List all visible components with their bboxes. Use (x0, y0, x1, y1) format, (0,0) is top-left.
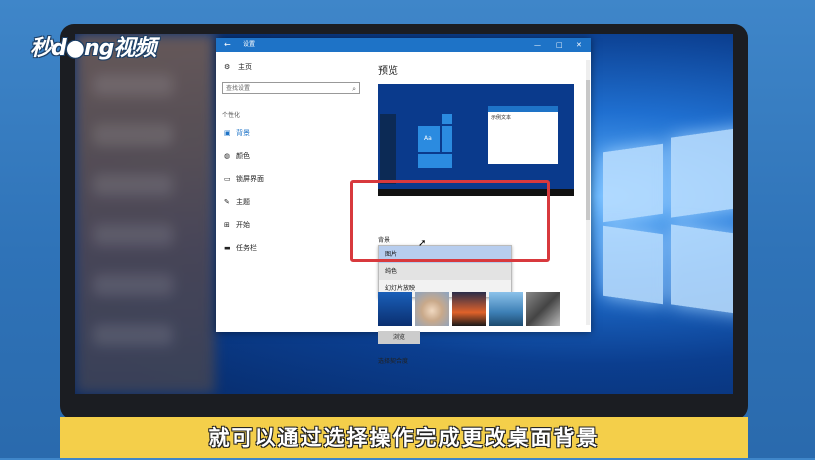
sidebar-item-label: 任务栏 (236, 244, 257, 252)
sidebar-item-themes[interactable]: ✎ 主题 (224, 197, 250, 207)
nav-home-label: 主页 (238, 63, 252, 71)
window-title: 设置 (243, 41, 256, 48)
maximize-button[interactable]: □ (556, 38, 563, 52)
mouse-cursor-icon: ➚ (418, 238, 427, 249)
picture-thumb[interactable] (378, 292, 412, 326)
preview-sample-window: 示例文本 (488, 106, 558, 164)
annotation-highlight-box (350, 180, 550, 262)
sidebar-item-label: 颜色 (236, 152, 250, 160)
close-button[interactable]: ✕ (576, 38, 582, 52)
scrollbar[interactable] (586, 60, 590, 325)
blurred-background-window (75, 34, 215, 394)
sidebar-item-label: 开始 (236, 221, 250, 229)
start-icon: ⊞ (224, 221, 230, 229)
sidebar-item-colors[interactable]: ◍ 颜色 (224, 151, 250, 161)
search-input[interactable]: 查找设置 ⌕ (222, 82, 360, 94)
section-heading: 个性化 (222, 112, 241, 119)
preview-tile-text: Aa (424, 135, 432, 142)
picture-thumb[interactable] (415, 292, 449, 326)
picture-thumb[interactable] (452, 292, 486, 326)
windows-logo-wallpaper (603, 118, 733, 338)
sidebar-item-lock-screen[interactable]: ▭ 锁屏界面 (224, 174, 264, 184)
sidebar-item-taskbar[interactable]: ▬ 任务栏 (224, 243, 257, 253)
sidebar-item-background[interactable]: ▣ 背景 (224, 128, 250, 138)
sidebar-item-label: 锁屏界面 (236, 175, 264, 183)
sidebar-item-start[interactable]: ⊞ 开始 (224, 220, 250, 230)
fit-label: 选择契合度 (378, 358, 409, 365)
brand-watermark: 秒d●ng视频 (30, 36, 156, 61)
title-bar: ← 设置 — □ ✕ (216, 38, 591, 52)
recent-pictures (378, 292, 568, 326)
brush-icon: ✎ (224, 198, 230, 206)
lock-screen-icon: ▭ (224, 175, 231, 183)
picture-thumb[interactable] (526, 292, 560, 326)
picture-thumb[interactable] (489, 292, 523, 326)
minimize-button[interactable]: — (534, 38, 541, 52)
browse-button[interactable]: 浏览 (378, 331, 420, 344)
taskbar-icon: ▬ (224, 244, 231, 252)
dropdown-option-solid-color[interactable]: 纯色 (379, 263, 511, 280)
sidebar-item-label: 背景 (236, 129, 250, 137)
back-arrow-icon[interactable]: ← (224, 38, 231, 52)
settings-sidebar: ⚙ 主页 查找设置 ⌕ 个性化 ▣ 背景 ◍ 颜色 ▭ 锁屏界面 ✎ 主题 ⊞ 开始 (216, 52, 366, 332)
nav-home[interactable]: ⚙ 主页 (224, 62, 252, 72)
gear-icon: ⚙ (224, 63, 231, 71)
page-title: 预览 (378, 66, 398, 77)
preview-sample-text: 示例文本 (491, 115, 512, 121)
palette-icon: ◍ (224, 152, 231, 160)
scrollbar-thumb[interactable] (586, 80, 590, 220)
subtitle-caption: 就可以通过选择操作完成更改桌面背景 (60, 417, 748, 458)
search-icon: ⌕ (352, 85, 356, 93)
picture-icon: ▣ (224, 129, 231, 137)
preview-tiles: Aa (380, 114, 460, 184)
sidebar-item-label: 主题 (236, 198, 250, 206)
search-placeholder: 查找设置 (226, 85, 251, 92)
